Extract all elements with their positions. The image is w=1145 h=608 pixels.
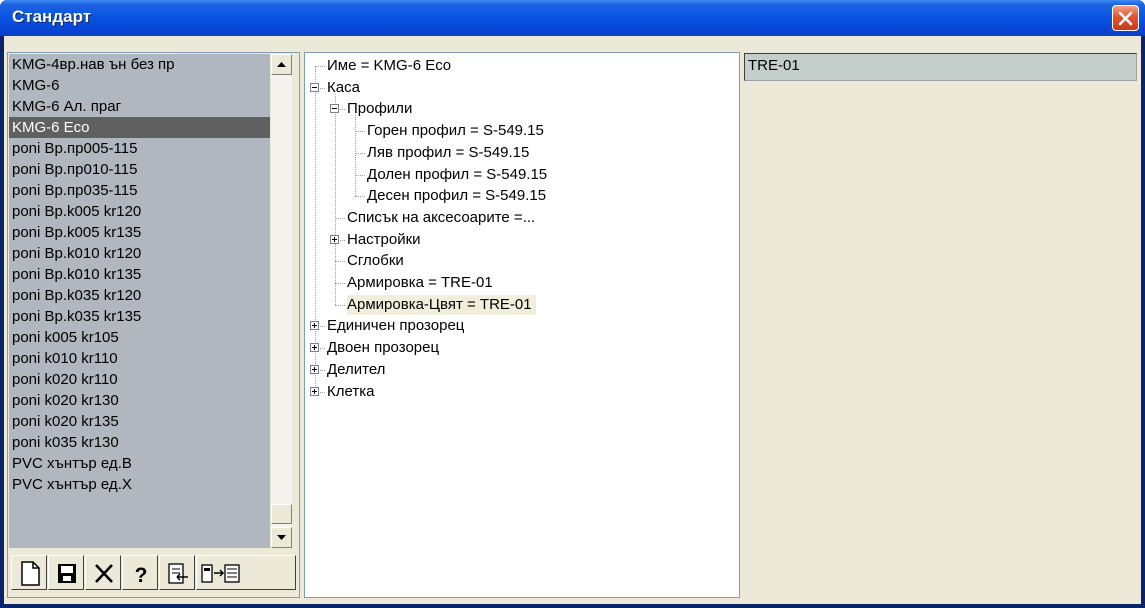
value-field[interactable]: TRE-01 <box>744 53 1137 81</box>
tree-connector <box>355 174 365 176</box>
arrow-up-icon <box>277 62 286 67</box>
tree-node[interactable]: Клетка <box>327 382 374 402</box>
tree-node[interactable]: Армировка-Цвят = TRE-01 <box>347 294 536 315</box>
tree-connector <box>355 131 365 133</box>
arrow-down-icon <box>277 535 286 540</box>
list-item[interactable]: poni Вр.k010 kr120 <box>9 243 270 264</box>
list-item[interactable]: poni Вр.k005 kr120 <box>9 201 270 222</box>
list-item[interactable]: KMG-4вр.нав ън без пр <box>9 54 270 75</box>
list-scrollbar[interactable] <box>271 54 292 548</box>
tree-node[interactable]: Десен профил = S-549.15 <box>367 186 546 206</box>
help-icon: ? <box>135 564 148 587</box>
list-item[interactable]: poni Вр.k035 kr135 <box>9 306 270 327</box>
list-item[interactable]: poni k010 kr110 <box>9 348 270 369</box>
save-button[interactable] <box>48 555 84 590</box>
close-button[interactable] <box>1112 5 1139 31</box>
scroll-down-button[interactable] <box>271 527 292 548</box>
list-item[interactable]: poni Вр.пр010-115 <box>9 159 270 180</box>
save-icon <box>58 564 76 583</box>
list-item[interactable]: poni k005 kr105 <box>9 327 270 348</box>
list-item[interactable]: PVC хънтър ед.Х <box>9 474 270 495</box>
tree-connector <box>355 196 365 198</box>
tree-node[interactable]: Горен профил = S-549.15 <box>367 121 544 141</box>
delete-button[interactable] <box>85 555 121 590</box>
new-icon <box>21 561 40 586</box>
window-title: Стандарт <box>12 7 92 26</box>
tree-connector <box>335 304 345 306</box>
export-icon <box>201 564 240 583</box>
window: Стандарт KMG-4вр.нав ън без пр KMG-6 KMG-6… <box>0 0 1145 608</box>
delete-icon <box>95 564 113 583</box>
svg-text:?: ? <box>135 564 148 587</box>
client-area: KMG-4вр.нав ън без пр KMG-6 KMG-6 Ал. праг… <box>4 36 1141 604</box>
tree-node[interactable]: Долен профил = S-549.15 <box>367 165 547 185</box>
standards-listbox[interactable]: KMG-4вр.нав ън без пр KMG-6 KMG-6 Ал. праг… <box>9 54 270 548</box>
scroll-up-button[interactable] <box>271 54 292 75</box>
close-icon <box>1118 11 1133 26</box>
export-button[interactable] <box>196 555 296 590</box>
collapse-icon[interactable] <box>330 104 339 114</box>
properties-tree[interactable]: Име = KMG-6 Eco Каса Профили Горен профил =… <box>304 52 740 598</box>
tree-node[interactable]: Име = KMG-6 Eco <box>327 56 451 76</box>
list-item[interactable]: poni k020 kr130 <box>9 390 270 411</box>
collapse-icon[interactable] <box>310 82 319 92</box>
expand-icon[interactable] <box>310 386 319 396</box>
expand-icon[interactable] <box>310 321 319 331</box>
list-item[interactable]: poni k035 kr130 <box>9 432 270 453</box>
tree-node[interactable]: Настройки <box>347 230 421 250</box>
list-item[interactable]: poni k020 kr135 <box>9 411 270 432</box>
tree-connector <box>355 115 356 197</box>
list-item[interactable]: poni Вр.k010 kr135 <box>9 264 270 285</box>
tree-connector <box>355 152 365 154</box>
import-button[interactable] <box>159 555 195 590</box>
value-panel: TRE-01 <box>744 52 1139 598</box>
new-button[interactable] <box>11 555 47 590</box>
import-icon <box>168 563 188 584</box>
tree-node[interactable]: Сглобки <box>347 251 404 271</box>
tree-node[interactable]: Делител <box>327 360 385 380</box>
tree-connector <box>335 261 345 263</box>
tree-node[interactable]: Списък на аксесоарите =... <box>347 208 535 228</box>
tree-node[interactable]: Каса <box>327 78 360 98</box>
tree-connector <box>335 283 345 284</box>
tree-node[interactable]: Ляв профил = S-549.15 <box>367 143 529 163</box>
tree-node[interactable]: Двоен прозорец <box>327 338 439 358</box>
tree-connector <box>335 93 336 305</box>
list-item[interactable]: poni Вр.пр005-115 <box>9 138 270 159</box>
list-item[interactable]: poni Вр.пр035-115 <box>9 180 270 201</box>
expand-icon[interactable] <box>310 343 319 353</box>
standards-list-panel: KMG-4вр.нав ън без пр KMG-6 KMG-6 Ал. праг… <box>7 52 300 598</box>
scroll-thumb[interactable] <box>271 504 292 524</box>
list-toolbar: ? <box>9 552 298 594</box>
list-item[interactable]: poni Вр.k005 kr135 <box>9 222 270 243</box>
tree-connector <box>315 66 325 67</box>
list-item[interactable]: poni k020 kr110 <box>9 369 270 390</box>
list-item[interactable]: poni Вр.k035 kr120 <box>9 285 270 306</box>
list-item[interactable]: KMG-6 <box>9 75 270 96</box>
tree-node[interactable]: Профили <box>347 99 412 119</box>
tree-connector <box>335 217 345 219</box>
expand-icon[interactable] <box>330 234 339 244</box>
help-button[interactable]: ? <box>122 555 158 590</box>
list-item[interactable]: KMG-6 Eco <box>9 117 270 138</box>
tree-node[interactable]: Единичен прозорец <box>327 316 464 336</box>
title-bar[interactable]: Стандарт <box>0 0 1145 36</box>
list-item[interactable]: PVC хънтър ед.В <box>9 453 270 474</box>
expand-icon[interactable] <box>310 364 319 374</box>
tree-node[interactable]: Армировка = TRE-01 <box>347 273 493 293</box>
list-item[interactable]: KMG-6 Ал. праг <box>9 96 270 117</box>
